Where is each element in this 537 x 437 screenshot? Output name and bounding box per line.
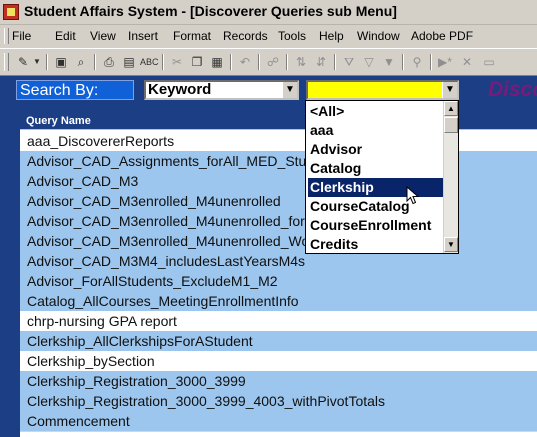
find-icon[interactable]: ⚲ [408, 53, 426, 71]
save-icon[interactable]: ▣ [52, 53, 70, 71]
toolbar-separator [286, 54, 288, 70]
apply-filter-icon[interactable]: ▼ [380, 53, 398, 71]
toolbar-separator [258, 54, 260, 70]
window-title: Student Affairs System - [Discoverer Que… [24, 3, 397, 19]
dropdown-option-advisor[interactable]: Advisor [308, 140, 444, 159]
paste-icon[interactable]: ▦ [208, 53, 226, 71]
menu-adobe-pdf[interactable]: Adobe PDF [411, 29, 473, 43]
sort-ascending-icon[interactable]: ⇅ [292, 53, 310, 71]
menu-window[interactable]: Window [357, 29, 400, 43]
menu-grip[interactable] [4, 28, 9, 44]
app-icon[interactable] [3, 4, 19, 20]
dropdown-option-credits[interactable]: Credits [308, 235, 444, 253]
list-item[interactable]: Clerkship_bySection [20, 351, 537, 371]
menu-records[interactable]: Records [223, 29, 268, 43]
undo-icon[interactable]: ↶ [236, 53, 254, 71]
list-item[interactable]: Advisor_CAD_M3M4_includesLastYearsM4s [20, 251, 537, 271]
new-record-icon[interactable]: ▶* [436, 53, 454, 71]
search-by-label: Search By: [16, 80, 134, 100]
search-value-dropdown[interactable]: <All> aaa Advisor Catalog Clerkship Cour… [305, 100, 459, 254]
list-item[interactable]: Advisor_CAD_M3 [20, 171, 537, 191]
toolbar-separator [94, 54, 96, 70]
list-item[interactable]: Clerkship_Registration_3000_3999_4003_wi… [20, 391, 537, 411]
sort-descending-icon[interactable]: ⇵ [312, 53, 330, 71]
list-item[interactable]: Advisor_CAD_M3enrolled_M4unenrolled_Wo [20, 231, 537, 251]
query-name-list[interactable]: Query Name aaa_DiscovererReports Advisor… [20, 112, 537, 437]
list-item[interactable]: Catalog_AllCourses_MeetingEnrollmentInfo [20, 291, 537, 311]
dropdown-option-clerkship[interactable]: Clerkship [308, 178, 444, 197]
toolbar-separator [162, 54, 164, 70]
dropdown-option-all[interactable]: <All> [308, 102, 444, 121]
menu-edit[interactable]: Edit [55, 29, 76, 43]
toolbar-separator [334, 54, 336, 70]
list-item[interactable]: Advisor_CAD_Assignments_forAll_MED_Stu [20, 151, 537, 171]
filter-by-form-icon[interactable]: ▽ [360, 53, 378, 71]
toolbar-separator [402, 54, 404, 70]
print-icon[interactable]: ⎙ [100, 53, 118, 71]
cut-icon[interactable]: ✂ [168, 53, 186, 71]
dropdown-option-aaa[interactable]: aaa [308, 121, 444, 140]
list-item[interactable]: Clerkship_AllClerkshipsForAStudent [20, 331, 537, 351]
design-view-icon[interactable]: ✎ [14, 53, 32, 71]
list-item[interactable]: aaa_DiscovererReports [20, 131, 537, 151]
dropdown-option-catalog[interactable]: Catalog [308, 159, 444, 178]
menu-bar: File Edit View Insert Format Records Too… [0, 25, 537, 47]
toolbar-grip[interactable] [4, 53, 9, 71]
list-item[interactable]: Advisor_CAD_M3enrolled_M4unenrolled [20, 191, 537, 211]
chevron-down-icon[interactable]: ▼ [282, 82, 297, 98]
menu-help[interactable]: Help [319, 29, 344, 43]
toolbar-separator [230, 54, 232, 70]
filter-by-selection-icon[interactable]: ⛛ [340, 53, 358, 71]
hyperlink-icon[interactable]: ☍ [264, 53, 282, 71]
copy-icon[interactable]: ❐ [188, 53, 206, 71]
row-divider [20, 431, 537, 432]
list-item[interactable]: Advisor_ForAllStudents_ExcludeM1_M2 [20, 271, 537, 291]
list-header[interactable]: Query Name [20, 112, 537, 130]
toolbar-separator [430, 54, 432, 70]
list-item[interactable]: Advisor_CAD_M3enrolled_M4unenrolled_for [20, 211, 537, 231]
list-item[interactable]: chrp-nursing GPA report [20, 311, 537, 331]
dropdown-option-coursecatalog[interactable]: CourseCatalog [308, 197, 444, 216]
toolbar-separator [46, 54, 48, 70]
search-value-combo[interactable]: ▼ [306, 80, 459, 100]
menu-format[interactable]: Format [173, 29, 211, 43]
mouse-cursor-icon [406, 186, 420, 205]
dropdown-scrollbar[interactable]: ▲ ▼ [443, 101, 458, 253]
scroll-thumb[interactable] [444, 117, 458, 133]
menu-tools[interactable]: Tools [278, 29, 306, 43]
dropdown-option-courseenrollment[interactable]: CourseEnrollment [308, 216, 444, 235]
search-icon[interactable]: ⌕ [72, 53, 90, 71]
chevron-down-icon[interactable]: ▼ [442, 82, 457, 98]
scroll-down-icon[interactable]: ▼ [444, 237, 458, 252]
scroll-up-icon[interactable]: ▲ [444, 101, 458, 116]
search-type-combo[interactable]: Keyword ▼ [144, 80, 299, 100]
search-type-value: Keyword [148, 81, 212, 98]
spelling-icon[interactable]: ABC [140, 53, 159, 71]
toolbar: ✎ ▼ ▣ ⌕ ⎙ ▤ ABC ✂ ❐ ▦ ↶ ☍ ⇅ ⇵ ⛛ ▽ ▼ ⚲ ▶*… [0, 48, 537, 76]
form-title: Disco [488, 78, 537, 101]
menu-view[interactable]: View [90, 29, 116, 43]
title-bar: Student Affairs System - [Discoverer Que… [0, 0, 537, 25]
print-preview-icon[interactable]: ▤ [120, 53, 138, 71]
chevron-down-icon[interactable]: ▼ [32, 53, 42, 71]
list-item[interactable]: Clerkship_Registration_3000_3999 [20, 371, 537, 391]
delete-record-icon[interactable]: ✕ [458, 53, 476, 71]
properties-icon[interactable]: ▭ [480, 53, 498, 71]
menu-file[interactable]: File [12, 29, 31, 43]
menu-insert[interactable]: Insert [128, 29, 158, 43]
list-item[interactable]: Commencement [20, 411, 537, 431]
